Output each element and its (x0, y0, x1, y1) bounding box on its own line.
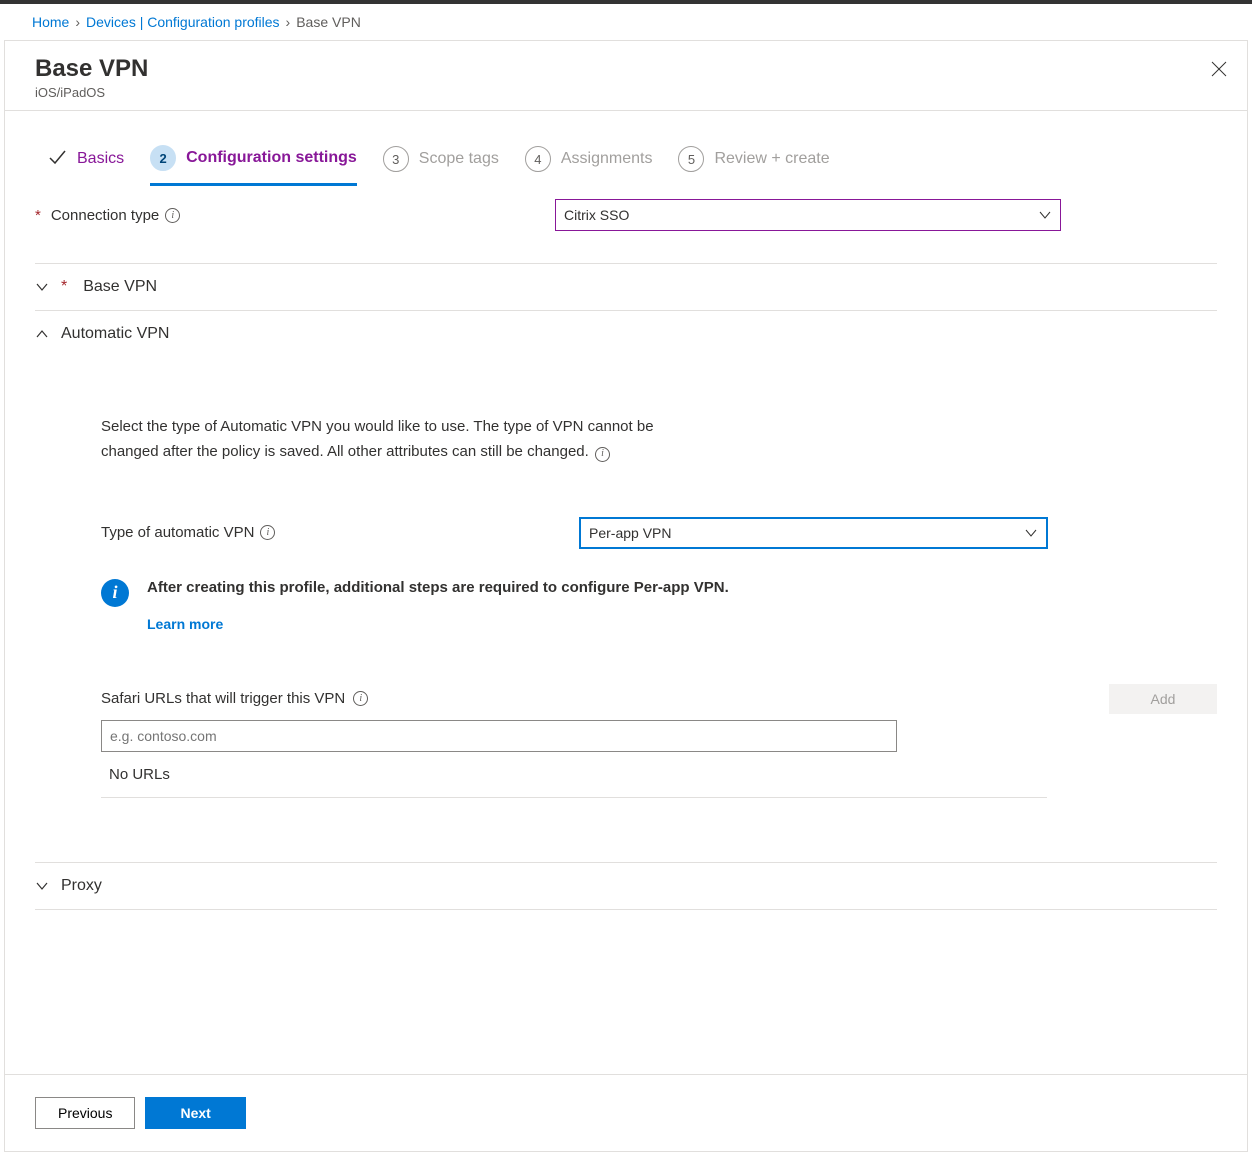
section-title: Base VPN (83, 278, 157, 296)
step-number: 5 (678, 146, 704, 172)
breadcrumb-devices[interactable]: Devices | Configuration profiles (86, 14, 280, 30)
next-button[interactable]: Next (145, 1097, 245, 1129)
info-icon[interactable] (353, 691, 368, 706)
chevron-right-icon: › (75, 14, 80, 30)
section-title: Automatic VPN (61, 325, 169, 343)
safari-urls-row: Safari URLs that will trigger this VPN A… (101, 684, 1217, 714)
step-number: 3 (383, 146, 409, 172)
panel-header: Base VPN iOS/iPadOS (5, 41, 1247, 111)
notice-body: After creating this profile, additional … (147, 579, 729, 632)
chevron-up-icon (35, 327, 49, 341)
chevron-down-icon (35, 280, 49, 294)
step-label: Basics (77, 150, 124, 168)
required-asterisk: * (61, 278, 67, 296)
safari-url-input[interactable] (101, 720, 897, 752)
desc-text: Select the type of Automatic VPN you wou… (101, 418, 654, 460)
step-label: Assignments (561, 150, 653, 168)
step-label: Scope tags (419, 150, 499, 168)
step-scope-tags[interactable]: 3 Scope tags (383, 146, 499, 172)
wizard-steps: Basics 2 Configuration settings 3 Scope … (47, 145, 1217, 173)
content-area: Basics 2 Configuration settings 3 Scope … (5, 111, 1247, 1074)
auto-vpn-type-row: Type of automatic VPN Per-app VPN (101, 511, 1217, 555)
footer-actions: Previous Next (5, 1074, 1247, 1151)
auto-vpn-type-dropdown[interactable]: Per-app VPN (579, 517, 1048, 549)
step-review-create[interactable]: 5 Review + create (678, 146, 829, 172)
close-button[interactable] (1207, 57, 1231, 81)
config-panel: Base VPN iOS/iPadOS Basics 2 Configurati… (4, 40, 1248, 1152)
step-configuration-settings[interactable]: 2 Configuration settings (150, 145, 357, 186)
label-text: Connection type (51, 207, 159, 224)
page-subtitle: iOS/iPadOS (35, 85, 1217, 100)
step-basics[interactable]: Basics (47, 147, 124, 172)
breadcrumb-home[interactable]: Home (32, 14, 69, 30)
previous-button[interactable]: Previous (35, 1097, 135, 1129)
required-asterisk: * (35, 207, 41, 224)
section-title: Proxy (61, 877, 102, 895)
chevron-down-icon (35, 879, 49, 893)
breadcrumb-current: Base VPN (296, 14, 361, 30)
info-icon[interactable] (165, 208, 180, 223)
section-proxy[interactable]: Proxy (35, 862, 1217, 910)
connection-type-label: * Connection type (35, 207, 555, 224)
label-text: Safari URLs that will trigger this VPN (101, 690, 345, 707)
info-icon[interactable] (595, 447, 610, 462)
step-label: Review + create (714, 150, 829, 168)
check-icon (47, 147, 67, 172)
label-text: Type of automatic VPN (101, 524, 254, 541)
safari-urls-label: Safari URLs that will trigger this VPN (101, 690, 368, 707)
chevron-right-icon: › (286, 14, 291, 30)
step-number: 2 (150, 145, 176, 171)
no-urls-message: No URLs (101, 752, 1047, 798)
add-button[interactable]: Add (1109, 684, 1217, 714)
section-automatic-vpn[interactable]: Automatic VPN (35, 311, 1217, 357)
dropdown-value: Citrix SSO (564, 207, 629, 223)
chevron-down-icon (1024, 526, 1038, 540)
auto-vpn-type-label: Type of automatic VPN (101, 524, 579, 541)
section-base-vpn[interactable]: * Base VPN (35, 264, 1217, 311)
dropdown-value: Per-app VPN (589, 525, 671, 541)
step-number: 4 (525, 146, 551, 172)
per-app-vpn-notice: i After creating this profile, additiona… (101, 579, 1217, 632)
automatic-vpn-description: Select the type of Automatic VPN you wou… (101, 415, 701, 465)
automatic-vpn-body: Select the type of Automatic VPN you wou… (35, 357, 1217, 808)
connection-type-row: * Connection type Citrix SSO (35, 193, 1217, 237)
page-title: Base VPN (35, 55, 1217, 83)
step-label: Configuration settings (186, 149, 357, 167)
chevron-down-icon (1038, 208, 1052, 222)
info-icon: i (101, 579, 129, 607)
info-icon[interactable] (260, 525, 275, 540)
notice-text: After creating this profile, additional … (147, 579, 729, 596)
close-icon (1211, 61, 1227, 77)
step-assignments[interactable]: 4 Assignments (525, 146, 653, 172)
breadcrumb: Home › Devices | Configuration profiles … (0, 4, 1252, 40)
connection-type-dropdown[interactable]: Citrix SSO (555, 199, 1061, 231)
learn-more-link[interactable]: Learn more (147, 616, 729, 632)
